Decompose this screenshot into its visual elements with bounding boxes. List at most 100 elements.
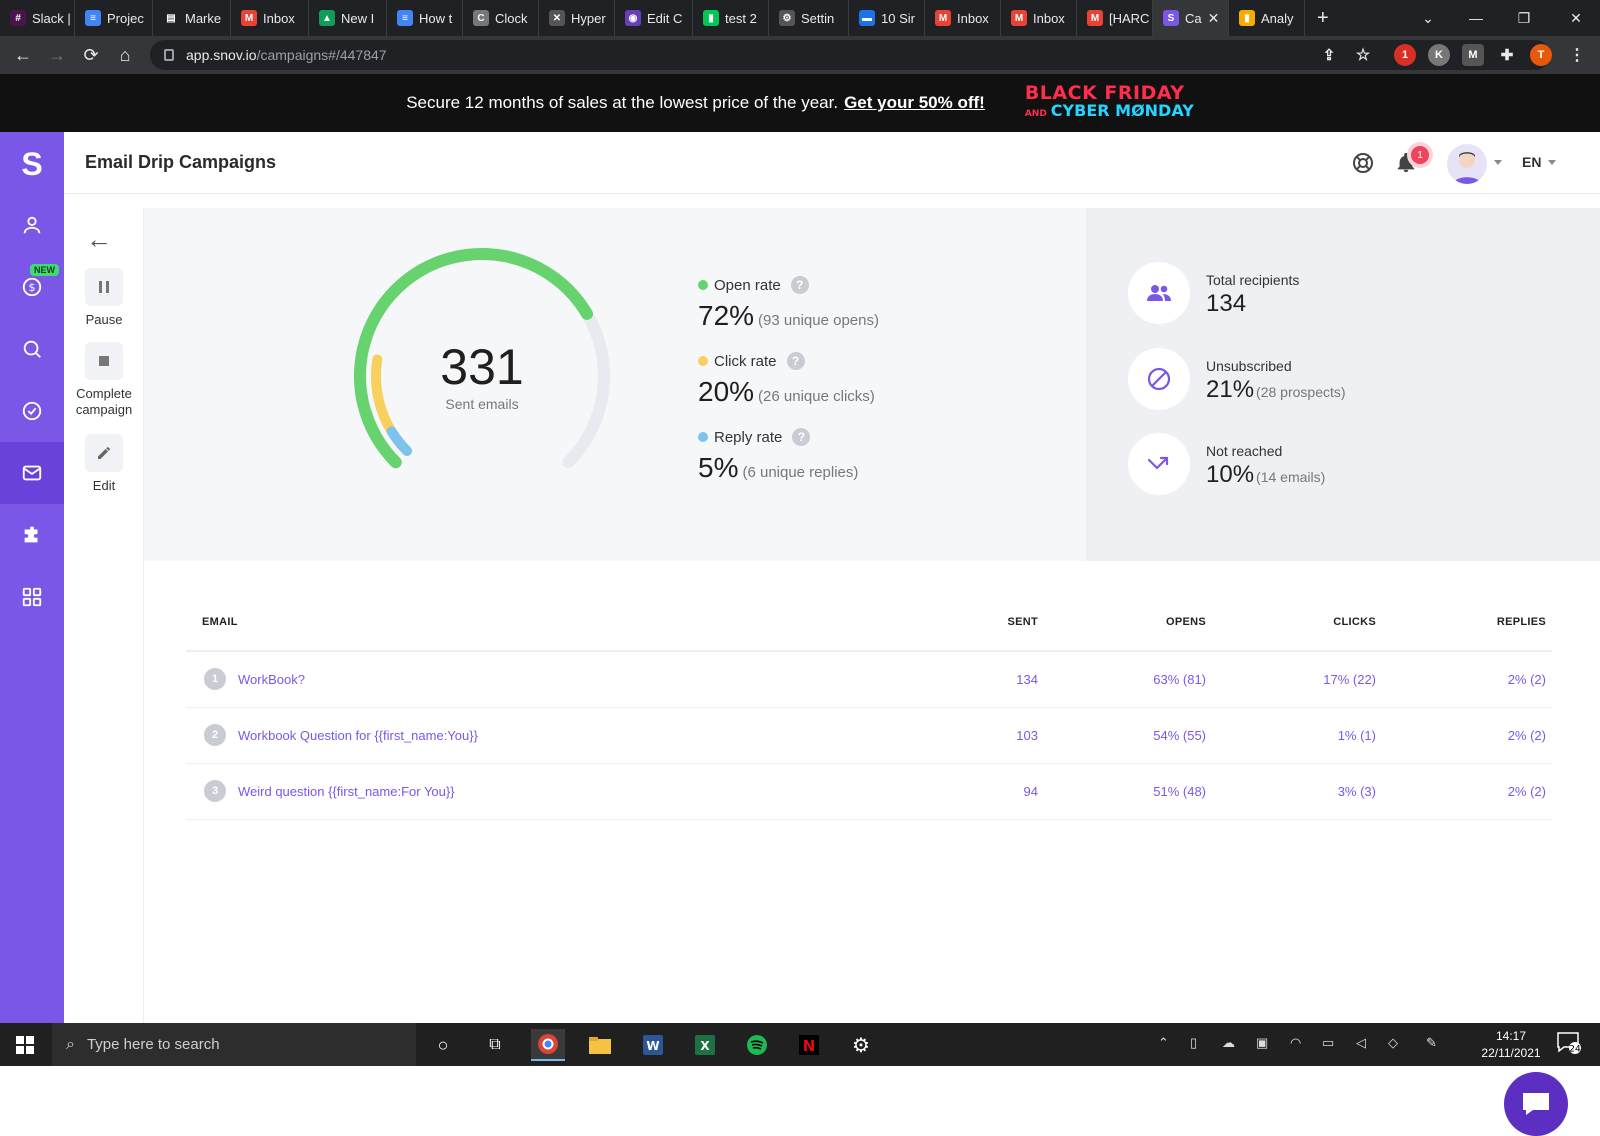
- browser-tab[interactable]: M [HARC: [1077, 0, 1153, 36]
- extensions-puzzle-icon[interactable]: ✚: [1496, 44, 1518, 66]
- dropbox-icon[interactable]: ◇: [1388, 1035, 1398, 1051]
- nav-campaigns-icon[interactable]: [0, 442, 64, 504]
- unsubscribed-detail: (28 prospects): [1256, 384, 1346, 400]
- back-arrow-icon[interactable]: ←: [86, 224, 112, 255]
- email-subject-link[interactable]: Workbook Question for {{first_name:You}}: [238, 728, 478, 743]
- nav-verify-icon[interactable]: [0, 380, 64, 442]
- close-tab-icon[interactable]: ✕: [1208, 10, 1220, 27]
- edit-button[interactable]: Edit: [64, 434, 144, 494]
- new-tab-icon[interactable]: +: [1317, 7, 1329, 30]
- nav-prospects-icon[interactable]: [0, 194, 64, 256]
- url-field[interactable]: app.snov.io/campaigns#/447847: [150, 40, 1550, 70]
- pause-button[interactable]: Pause: [64, 268, 144, 328]
- language-selector[interactable]: EN: [1522, 154, 1541, 170]
- word-icon[interactable]: W: [636, 1029, 670, 1061]
- browser-tab[interactable]: ▬ 10 Sir: [849, 0, 925, 36]
- email-subject-link[interactable]: WorkBook?: [238, 672, 305, 687]
- volume-icon[interactable]: ◁: [1356, 1035, 1366, 1051]
- taskbar-search[interactable]: ⌕ Type here to search: [52, 1023, 416, 1066]
- browser-tab[interactable]: ▲ New I: [309, 0, 387, 36]
- clock-time: 14:17: [1495, 1029, 1527, 1043]
- onedrive-cloud-icon[interactable]: ☁: [1222, 1035, 1235, 1051]
- browser-tab[interactable]: M Inbox: [1001, 0, 1077, 36]
- action-center-icon[interactable]: 24: [1556, 1031, 1586, 1059]
- extension-m-icon[interactable]: M: [1462, 44, 1484, 66]
- browser-tab[interactable]: # Slack |: [0, 0, 75, 36]
- table-row[interactable]: 3 Weird question {{first_name:For You}} 94…: [186, 764, 1552, 820]
- help-question-icon[interactable]: ?: [792, 428, 811, 446]
- table-row[interactable]: 1 WorkBook? 134 63% (81) 17% (22) 2% (2): [186, 652, 1552, 708]
- close-window-icon[interactable]: ✕: [1552, 0, 1600, 36]
- share-icon[interactable]: ⇪: [1318, 44, 1340, 66]
- file-explorer-icon[interactable]: [583, 1029, 617, 1061]
- extension-badge-icon[interactable]: 1: [1394, 44, 1416, 66]
- back-icon[interactable]: ←: [6, 38, 40, 72]
- chevron-down-icon[interactable]: [1548, 160, 1556, 165]
- black-friday-logo[interactable]: BLACK FRIDAY AND CYBER MØNDAY: [1025, 83, 1194, 123]
- excel-icon[interactable]: X: [688, 1029, 722, 1061]
- tray-chevron-icon[interactable]: ⌃: [1158, 1035, 1169, 1051]
- tab-favicon-icon: M: [1011, 10, 1027, 26]
- nav-apps-icon[interactable]: [0, 566, 64, 628]
- tab-label: [HARC: [1109, 10, 1150, 26]
- help-question-icon[interactable]: ?: [786, 352, 805, 370]
- opens-value: 51% (48): [1153, 784, 1206, 799]
- page-title: Email Drip Campaigns: [85, 152, 277, 172]
- stop-icon: [85, 342, 123, 380]
- tray-device-icon[interactable]: ▯: [1190, 1035, 1197, 1051]
- bookmark-star-icon[interactable]: ☆: [1352, 44, 1374, 66]
- tab-favicon-icon: ≡: [397, 10, 413, 26]
- settings-gear-icon[interactable]: ⚙: [844, 1029, 878, 1061]
- tray-monitor-icon[interactable]: ▣: [1256, 1035, 1268, 1051]
- browser-tab[interactable]: M Inbox: [925, 0, 1001, 36]
- nav-integrations-icon[interactable]: [0, 504, 64, 566]
- browser-tab[interactable]: ✕ Hyper: [539, 0, 615, 36]
- help-lifebuoy-icon[interactable]: [1348, 148, 1378, 178]
- click-dot: [698, 356, 708, 366]
- chat-widget-button[interactable]: [1504, 1072, 1568, 1136]
- chevron-down-icon[interactable]: [1494, 160, 1502, 165]
- pen-icon[interactable]: ✎: [1426, 1035, 1437, 1051]
- complete-campaign-button[interactable]: Complete campaign: [64, 342, 144, 418]
- browser-tab[interactable]: ◉ Edit C: [615, 0, 693, 36]
- browser-tab[interactable]: ≡ How t: [387, 0, 463, 36]
- email-subject-link[interactable]: Weird question {{first_name:For You}}: [238, 784, 455, 799]
- windows-start-icon[interactable]: [8, 1029, 42, 1061]
- extension-k-icon[interactable]: K: [1428, 44, 1450, 66]
- col-clicks: CLICKS: [1333, 616, 1376, 628]
- browser-tab[interactable]: ▮ test 2: [693, 0, 769, 36]
- help-question-icon[interactable]: ?: [790, 276, 809, 294]
- netflix-icon[interactable]: N: [792, 1029, 826, 1061]
- browser-tab[interactable]: S Ca ✕: [1153, 0, 1229, 36]
- battery-icon[interactable]: ▭: [1322, 1035, 1334, 1051]
- reload-icon[interactable]: ⟳: [74, 38, 108, 72]
- browser-tab[interactable]: C Clock: [463, 0, 539, 36]
- user-avatar[interactable]: [1447, 144, 1487, 184]
- spotify-icon[interactable]: [740, 1029, 774, 1061]
- home-icon[interactable]: ⌂: [108, 38, 142, 72]
- tab-search-icon[interactable]: ⌄: [1404, 0, 1452, 36]
- nav-search-icon[interactable]: [0, 318, 64, 380]
- minimize-icon[interactable]: —: [1452, 0, 1500, 36]
- restore-icon[interactable]: ❐: [1500, 0, 1548, 36]
- task-view-icon[interactable]: ⧉: [478, 1029, 512, 1061]
- promo-link[interactable]: Get your 50% off!: [844, 93, 985, 113]
- notification-count-badge: 1: [1411, 146, 1429, 164]
- table-row[interactable]: 2 Workbook Question for {{first_name:You}…: [186, 708, 1552, 764]
- forward-icon[interactable]: →: [40, 38, 74, 72]
- browser-tab[interactable]: M Inbox: [231, 0, 309, 36]
- chrome-taskbar-icon[interactable]: [531, 1029, 565, 1061]
- taskbar-search-placeholder: Type here to search: [86, 1036, 220, 1053]
- taskbar-clock[interactable]: 14:17 22/11/2021: [1466, 1028, 1556, 1062]
- browser-tab[interactable]: ▮ Analy: [1229, 0, 1305, 36]
- opens-value: 54% (55): [1153, 728, 1206, 743]
- browser-menu-icon[interactable]: ⋮: [1566, 44, 1588, 66]
- browser-tab[interactable]: ▤ Marke: [153, 0, 231, 36]
- browser-tab[interactable]: ⚙ Settin: [769, 0, 849, 36]
- profile-avatar-icon[interactable]: T: [1530, 44, 1552, 66]
- browser-tab[interactable]: ≡ Projec: [75, 0, 153, 36]
- svg-text:X: X: [700, 1039, 710, 1053]
- cortana-icon[interactable]: ○: [426, 1029, 460, 1061]
- wifi-icon[interactable]: ◠: [1290, 1035, 1301, 1051]
- snov-logo[interactable]: S: [0, 142, 64, 186]
